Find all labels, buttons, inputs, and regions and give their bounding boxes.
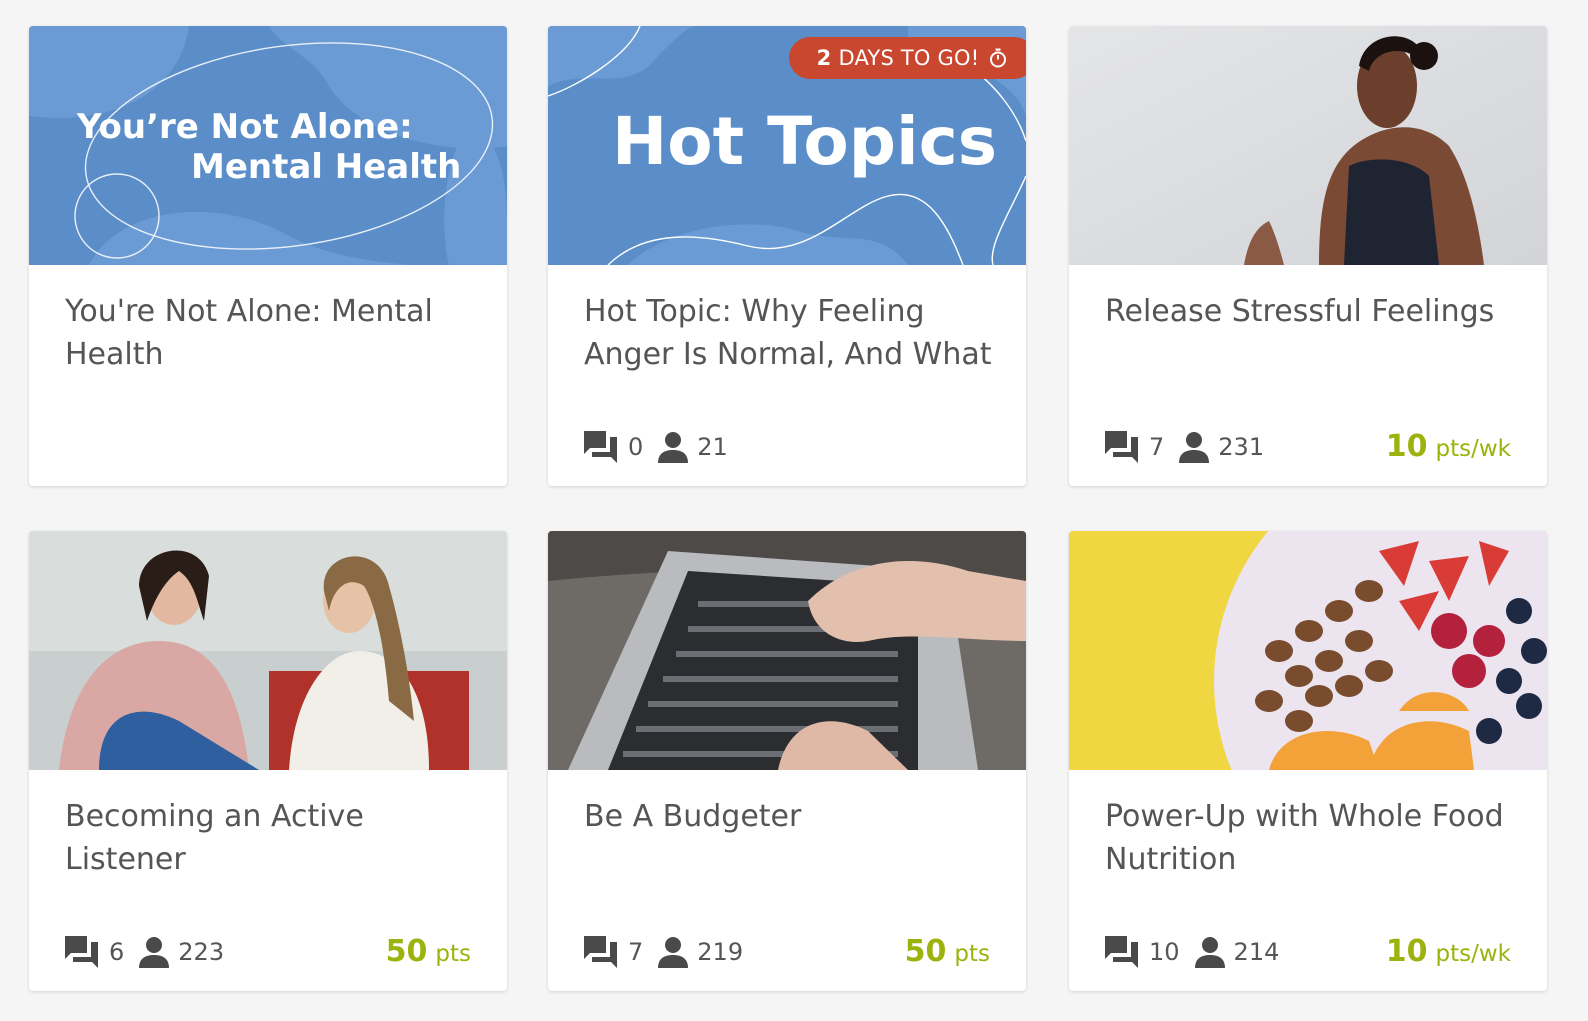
card-title[interactable]: Be A Budgeter bbox=[584, 795, 1004, 838]
card-title[interactable]: Becoming an Active Listener bbox=[65, 795, 485, 881]
banner-heading: Hot Topics bbox=[612, 103, 997, 180]
points-reward: 50 pts bbox=[905, 934, 990, 969]
challenge-card[interactable]: You’re Not Alone: Mental Health You're N… bbox=[29, 26, 507, 486]
points-unit: pts/wk bbox=[1435, 436, 1511, 462]
card-stats: 7 219 bbox=[582, 932, 757, 972]
challenge-card[interactable]: Hot Topics 2 DAYS TO GO! Hot Topic: Why … bbox=[548, 26, 1026, 486]
participant-count: 219 bbox=[697, 938, 744, 966]
card-banner-image: You’re Not Alone: Mental Health bbox=[29, 26, 507, 265]
person-icon bbox=[657, 936, 689, 968]
stopwatch-icon bbox=[989, 48, 1007, 68]
participant-count: 214 bbox=[1233, 938, 1280, 966]
person-icon bbox=[1194, 936, 1226, 968]
comment-count: 6 bbox=[109, 938, 125, 966]
card-stats: 7 231 bbox=[1103, 427, 1278, 467]
card-photo bbox=[1069, 531, 1547, 770]
card-photo bbox=[1069, 26, 1547, 265]
participant-count: 231 bbox=[1218, 433, 1265, 461]
points-reward: 10 pts/wk bbox=[1386, 429, 1511, 464]
challenge-card[interactable]: Becoming an Active Listener 6 223 50 pts bbox=[29, 531, 507, 991]
card-title[interactable]: Power-Up with Whole Food Nutrition bbox=[1105, 795, 1525, 881]
card-title[interactable]: Release Stressful Feelings bbox=[1105, 290, 1525, 333]
comments-icon bbox=[1103, 934, 1141, 970]
banner-line-1: You’re Not Alone: bbox=[76, 107, 413, 147]
points-reward: 50 pts bbox=[386, 934, 471, 969]
comments-icon bbox=[63, 934, 101, 970]
banner-line-2: Mental Health bbox=[191, 147, 461, 187]
card-stats: 0 21 bbox=[582, 427, 742, 467]
comments-icon bbox=[582, 934, 620, 970]
badge-number: 2 bbox=[816, 46, 832, 70]
comment-count: 7 bbox=[628, 938, 644, 966]
badge-text: DAYS TO GO! bbox=[838, 46, 980, 70]
person-icon bbox=[657, 431, 689, 463]
comments-icon bbox=[1103, 429, 1141, 465]
points-value: 50 bbox=[904, 934, 947, 969]
challenge-card[interactable]: Release Stressful Feelings 7 231 10 pts/… bbox=[1069, 26, 1547, 486]
person-icon bbox=[138, 936, 170, 968]
participant-count: 21 bbox=[697, 433, 728, 461]
days-left-badge: 2 DAYS TO GO! bbox=[789, 37, 1026, 79]
card-photo bbox=[548, 531, 1026, 770]
points-value: 10 bbox=[1385, 429, 1428, 464]
points-value: 10 bbox=[1385, 934, 1428, 969]
card-photo bbox=[29, 531, 507, 770]
card-stats: 6 223 bbox=[63, 932, 238, 972]
points-value: 50 bbox=[385, 934, 428, 969]
comment-count: 0 bbox=[628, 433, 644, 461]
card-title[interactable]: Hot Topic: Why Feeling Anger Is Normal, … bbox=[584, 290, 1004, 376]
points-reward: 10 pts/wk bbox=[1386, 934, 1511, 969]
points-unit: pts bbox=[435, 941, 471, 967]
comment-count: 7 bbox=[1149, 433, 1165, 461]
challenge-card[interactable]: Power-Up with Whole Food Nutrition 10 21… bbox=[1069, 531, 1547, 991]
challenge-card[interactable]: Be A Budgeter 7 219 50 pts bbox=[548, 531, 1026, 991]
participant-count: 223 bbox=[178, 938, 225, 966]
card-stats: 10 214 bbox=[1103, 932, 1293, 972]
person-icon bbox=[1178, 431, 1210, 463]
points-unit: pts/wk bbox=[1435, 941, 1511, 967]
points-unit: pts bbox=[954, 941, 990, 967]
card-title[interactable]: You're Not Alone: Mental Health bbox=[65, 290, 485, 376]
comment-count: 10 bbox=[1149, 938, 1180, 966]
comments-icon bbox=[582, 429, 620, 465]
